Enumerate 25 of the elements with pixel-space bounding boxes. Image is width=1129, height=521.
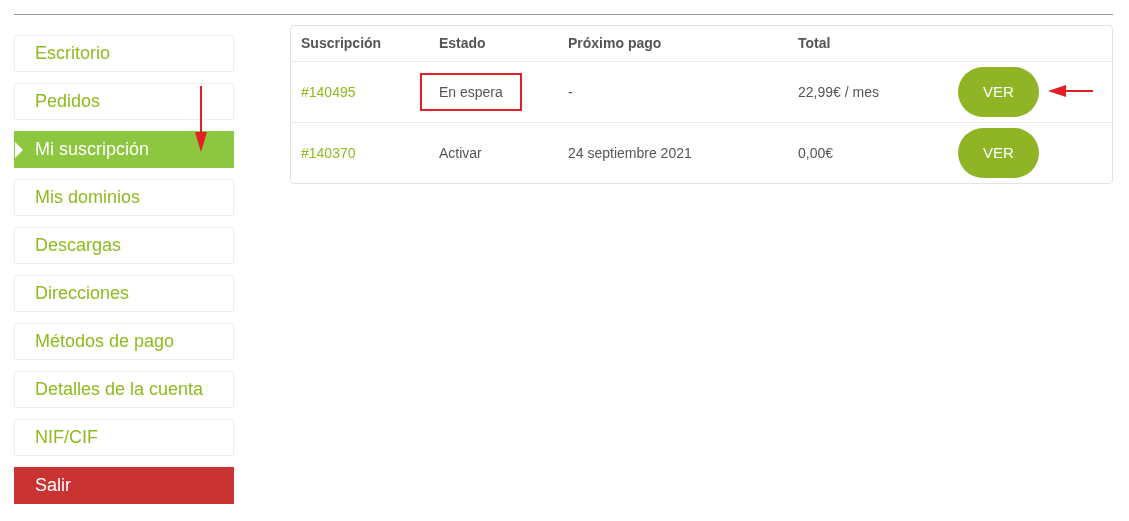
account-menu-item[interactable]: Mis dominios [14,179,234,216]
account-menu-item[interactable]: Pedidos [14,83,234,120]
total-text: 0,00€ [798,145,834,161]
total-text: 22,99€ / mes [798,84,879,100]
status-text: Activar [439,145,482,161]
account-menu-item[interactable]: Direcciones [14,275,234,312]
view-button[interactable]: VER [958,67,1039,117]
next-payment-text: 24 septiembre 2021 [568,145,692,161]
account-menu-item[interactable]: Descargas [14,227,234,264]
notch-icon [15,142,23,158]
column-header: Próximo pago [568,34,663,53]
view-button[interactable]: VER [958,128,1039,178]
subscription-link[interactable]: #140495 [301,84,356,100]
account-menu-item[interactable]: Escritorio [14,35,234,72]
account-menu-item[interactable]: Mi suscripción [14,131,234,168]
account-menu-item[interactable]: NIF/CIF [14,419,234,456]
account-menu-item[interactable]: Métodos de pago [14,323,234,360]
status-text: En espera [420,73,522,111]
column-header: Suscripción [300,34,383,53]
subscription-link[interactable]: #140370 [301,145,356,161]
column-header: Estado [439,34,487,53]
column-header: Total [798,34,832,53]
account-menu-item[interactable]: Detalles de la cuenta [14,371,234,408]
logout-link[interactable]: Salir [14,467,234,504]
next-payment-text: - [568,84,573,100]
